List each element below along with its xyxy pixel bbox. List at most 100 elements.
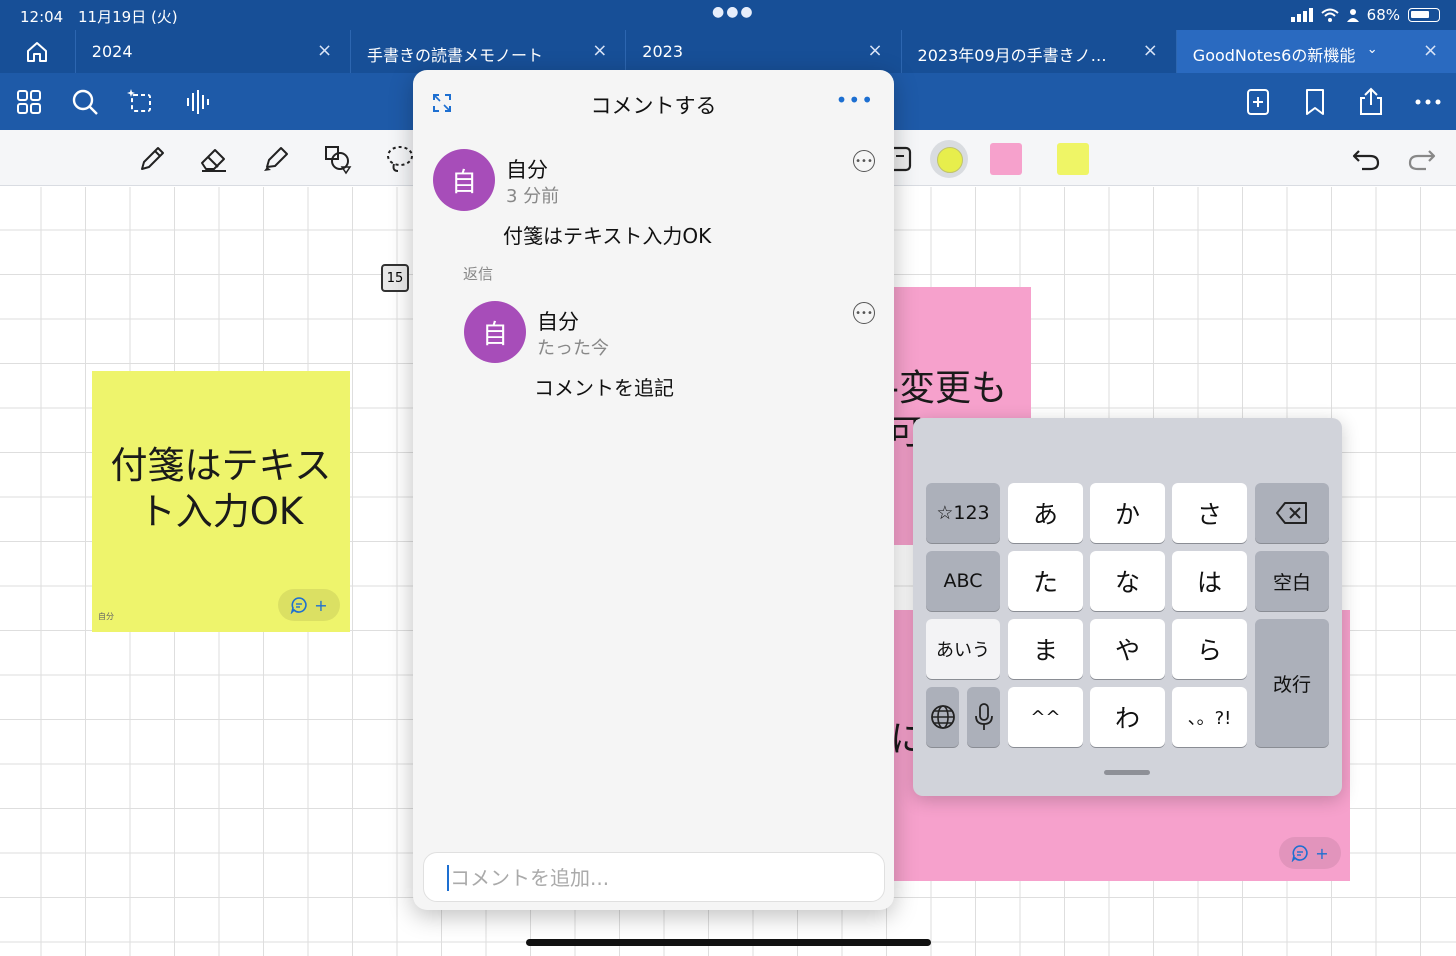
note-author: 自分 [98, 612, 114, 621]
key-mic[interactable] [967, 687, 1000, 747]
key-sa[interactable]: さ [1172, 483, 1247, 543]
comment-author: 自分 [506, 158, 548, 182]
key-emoticon[interactable]: ^^ [1008, 687, 1083, 747]
comment-body: 付箋はテキスト入力OK [503, 224, 712, 248]
close-icon[interactable]: × [867, 40, 882, 61]
globe-icon [930, 705, 955, 729]
reply-body: コメントを追記 [534, 376, 674, 400]
pink-swatch[interactable] [990, 143, 1022, 175]
wifi-icon [1320, 8, 1339, 22]
comment-icon [1291, 845, 1308, 862]
highlighter-icon[interactable] [260, 143, 292, 175]
text-caret [447, 865, 449, 891]
status-time: 12:04 [20, 8, 64, 26]
close-icon[interactable]: × [317, 40, 332, 61]
key-punctuation[interactable]: 、。?! [1172, 687, 1247, 747]
key-abc[interactable]: ABC [926, 551, 1000, 611]
undo-icon[interactable] [1350, 143, 1382, 175]
search-icon[interactable] [70, 87, 100, 117]
yellow-swatch[interactable] [1057, 143, 1089, 175]
status-time-date: 12:04 11月19日 (火) [20, 6, 178, 27]
key-backspace[interactable] [1255, 483, 1329, 543]
status-right: 68% [1290, 6, 1440, 24]
tab-reading-memo[interactable]: 手書きの読書メモノート × [351, 30, 627, 73]
close-icon[interactable]: × [592, 40, 607, 61]
redo-icon[interactable] [1406, 143, 1438, 175]
key-na[interactable]: な [1090, 551, 1165, 611]
key-enter[interactable]: 改行 [1255, 619, 1329, 747]
panel-more-icon[interactable]: ••• [836, 88, 874, 112]
avatar: 自 [433, 149, 495, 211]
key-globe[interactable] [926, 687, 959, 747]
microphone-icon [974, 703, 993, 730]
tab-label: 2023年09月の手書きノ… [917, 46, 1107, 65]
close-icon[interactable]: × [1143, 40, 1158, 61]
multitask-dots-icon[interactable]: ●●● [712, 4, 755, 20]
tab-2023-09-notes[interactable]: 2023年09月の手書きノ… × [902, 30, 1177, 73]
avatar: 自 [464, 301, 526, 363]
key-space[interactable]: 空白 [1255, 551, 1329, 611]
yellow-note-text: 付箋はテキス ト入力OK [92, 443, 350, 535]
tab-label: 2023 [642, 42, 684, 61]
comment-input[interactable] [450, 860, 870, 896]
reply-time: たった今 [537, 338, 609, 359]
comment-input-box[interactable] [423, 852, 885, 902]
home-indicator[interactable] [526, 939, 931, 946]
yellow-sticky-note[interactable]: 付箋はテキス ト入力OK 自分 + [92, 371, 350, 632]
plus-icon: + [314, 595, 328, 615]
home-tab[interactable] [0, 30, 76, 73]
tab-bar: 2024 × 手書きの読書メモノート × 2023 × 2023年09月の手書き… [0, 30, 1456, 73]
yellow-note-line2: ト入力OK [138, 490, 304, 533]
lasso-icon[interactable] [384, 143, 416, 175]
tab-label: 2024 [91, 42, 133, 61]
tab-goodnotes6[interactable]: GoodNotes6の新機能 ⌄ × [1176, 30, 1456, 73]
bookmark-icon[interactable] [1300, 87, 1330, 117]
key-ra[interactable]: ら [1172, 619, 1247, 679]
pen-icon[interactable] [136, 143, 168, 175]
ai-select-icon[interactable] [126, 87, 156, 117]
eraser-icon[interactable] [198, 143, 230, 175]
tab-2024[interactable]: 2024 × [76, 30, 352, 73]
key-a[interactable]: あ [1008, 483, 1083, 543]
audio-icon[interactable] [183, 87, 213, 117]
status-bar: 12:04 11月19日 (火) ●●● 68% [0, 0, 1456, 30]
add-comment-button[interactable]: + [1279, 837, 1341, 869]
battery-percent: 68% [1366, 6, 1400, 24]
grid-view-icon[interactable] [14, 87, 44, 117]
more-icon[interactable] [1413, 87, 1443, 117]
chevron-down-icon[interactable]: ⌄ [1367, 42, 1378, 57]
comment-panel: コメントする ••• 自 自分 3 分前 ••• 付箋はテキスト入力OK 返信 … [413, 70, 894, 910]
key-ta[interactable]: た [1008, 551, 1083, 611]
yellow-color-selected[interactable] [930, 140, 968, 178]
person-icon [1346, 9, 1359, 22]
plus-icon: + [1315, 843, 1329, 863]
key-ka[interactable]: か [1090, 483, 1165, 543]
home-icon [27, 41, 48, 62]
key-ha[interactable]: は [1172, 551, 1247, 611]
add-page-icon[interactable] [1243, 87, 1273, 117]
backspace-icon [1276, 502, 1307, 524]
page-badge: 15 [381, 264, 409, 292]
key-kana[interactable]: あいう [926, 619, 1000, 679]
comment-more-icon[interactable]: ••• [853, 150, 875, 172]
share-icon[interactable] [1356, 87, 1386, 117]
add-comment-button[interactable]: + [278, 589, 340, 621]
reply-label: 返信 [463, 265, 494, 283]
keyboard-drag-handle[interactable] [1104, 770, 1150, 775]
comment-time: 3 分前 [506, 186, 560, 207]
floating-keyboard: ☆123 あ か さ ABC た な は 空白 あいう ま や ら 改行 ^^ … [913, 418, 1342, 796]
key-wa[interactable]: わ [1090, 687, 1165, 747]
battery-icon [1408, 8, 1440, 22]
shapes-icon[interactable] [322, 143, 354, 175]
reply-author: 自分 [537, 310, 579, 334]
reply-more-icon[interactable]: ••• [853, 302, 875, 324]
yellow-note-line1: 付箋はテキス [110, 444, 332, 487]
key-numbers[interactable]: ☆123 [926, 483, 1000, 543]
tab-label: 手書きの読書メモノート [367, 46, 544, 65]
pink-note-1-text: -変更も [886, 368, 1007, 409]
key-ma[interactable]: ま [1008, 619, 1083, 679]
key-ya[interactable]: や [1090, 619, 1165, 679]
comment-icon [290, 597, 307, 614]
tab-2023[interactable]: 2023 × [626, 30, 902, 73]
close-icon[interactable]: × [1423, 40, 1438, 61]
